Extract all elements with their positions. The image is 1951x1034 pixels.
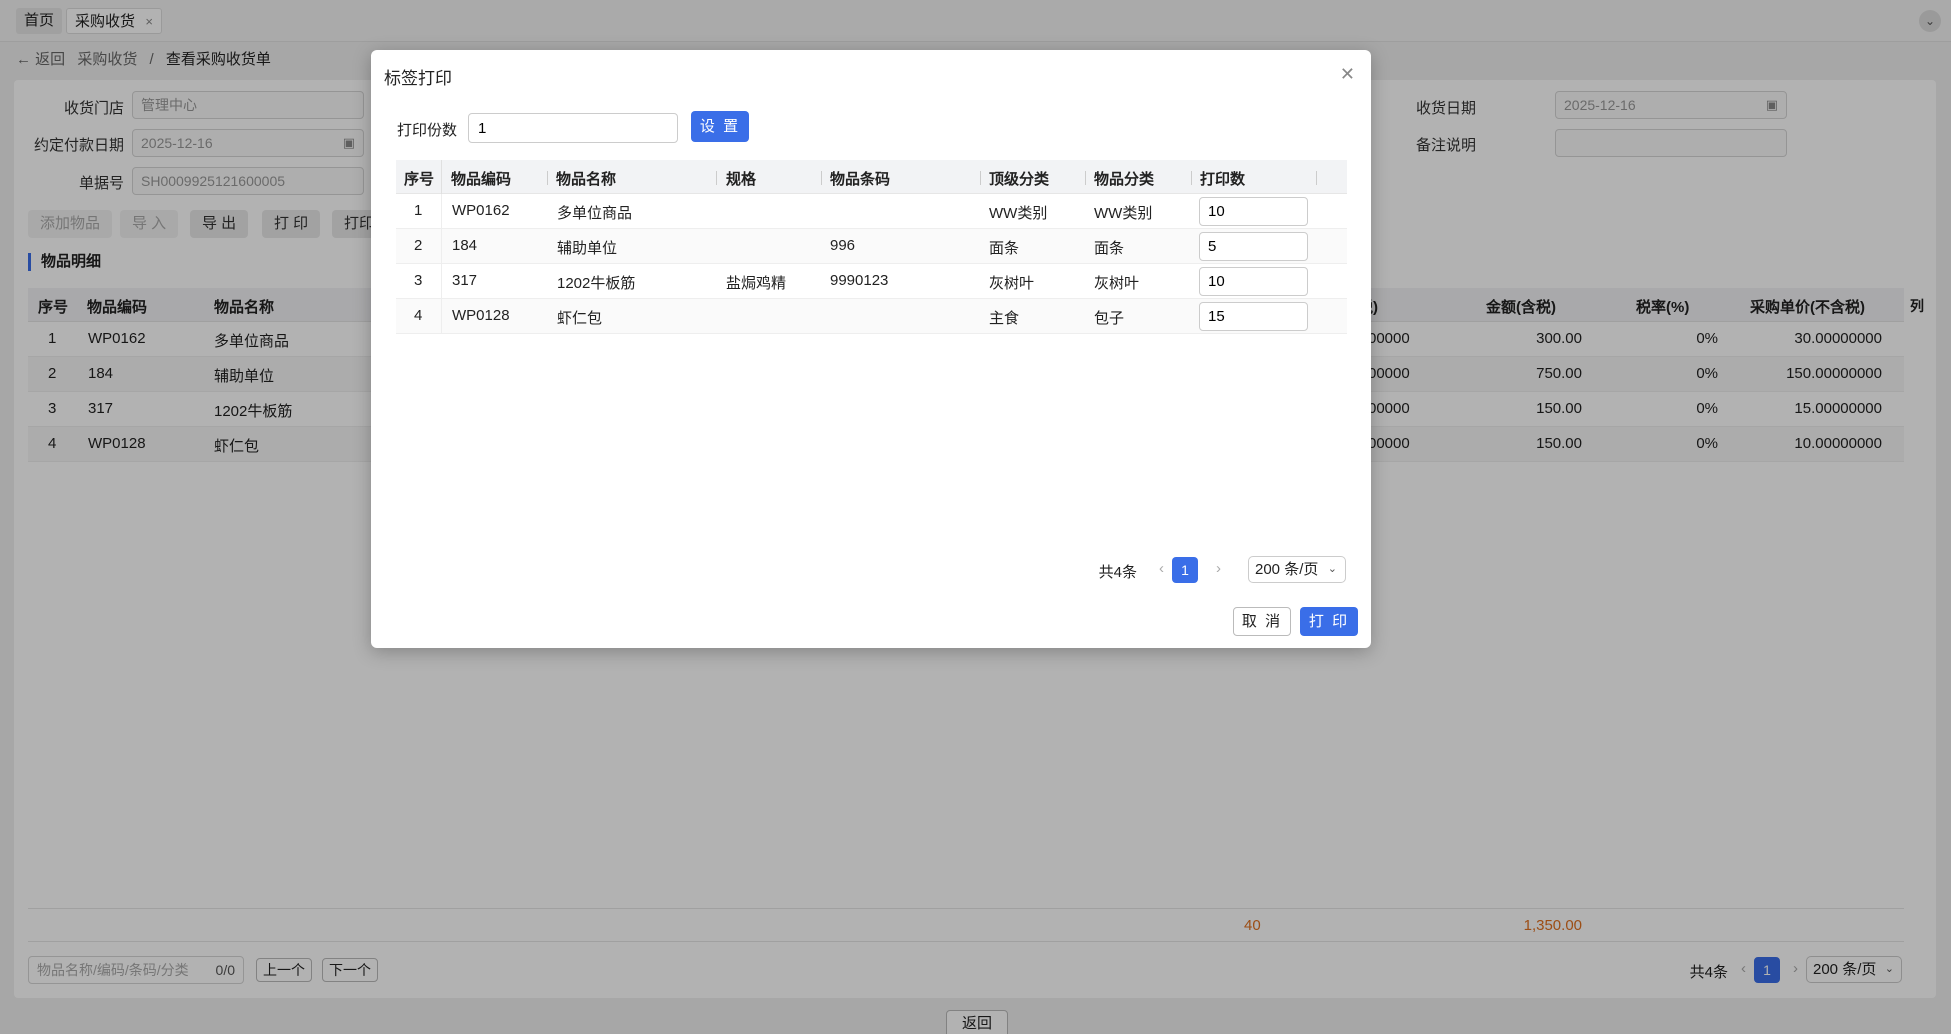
chevron-down-icon: ⌄ [1327,563,1337,575]
cell-code: 317 [452,272,478,289]
col-barcode: 物品条码 [830,171,891,188]
print-count-input[interactable] [1199,302,1308,331]
table-header: 序号 物品编码 物品名称 规格 物品条码 顶级分类 物品分类 打印数 [396,160,1347,194]
copies-label: 打印份数 [397,122,458,139]
column-divider[interactable] [980,171,981,185]
table-row: 4 WP0128 虾仁包 主食 包子 [396,299,1347,334]
col-name: 物品名称 [556,171,617,188]
col-spec: 规格 [726,171,757,188]
print-count-input[interactable] [1199,232,1308,261]
column-divider[interactable] [1085,171,1086,185]
set-button[interactable]: 设 置 [691,111,749,142]
cell-top-category: 面条 [989,240,1020,257]
cell-category: 面条 [1094,240,1125,257]
column-divider[interactable] [1191,171,1192,185]
column-divider [441,299,442,334]
label-print-dialog: 标签打印 ✕ 打印份数 设 置 序号 物品编码 物品名称 规格 物品条码 顶级分… [371,50,1371,648]
print-items-table: 序号 物品编码 物品名称 规格 物品条码 顶级分类 物品分类 打印数 1 WP0… [396,160,1347,334]
prev-page-icon[interactable]: ‹ [1159,560,1164,577]
cell-name: 1202牛板筋 [557,275,636,292]
dialog-title: 标签打印 [384,69,452,88]
column-divider[interactable] [547,171,548,185]
column-divider [441,194,442,229]
column-divider[interactable] [716,171,717,185]
column-divider[interactable] [1316,171,1317,185]
cancel-button[interactable]: 取 消 [1233,607,1291,636]
col-top-category: 顶级分类 [989,171,1050,188]
total-count: 共4条 [1098,564,1137,581]
page-size-select[interactable]: 200 条/页 ⌄ [1248,556,1346,583]
cell-barcode: 9990123 [830,272,889,289]
page-size-value: 200 条/页 [1255,561,1319,578]
cell-top-category: WW类别 [989,205,1048,222]
col-category: 物品分类 [1094,171,1155,188]
cell-barcode: 996 [830,237,856,254]
cell-category: 灰树叶 [1094,275,1140,292]
table-row: 3 317 1202牛板筋 盐焗鸡精 9990123 灰树叶 灰树叶 [396,264,1347,299]
copies-input[interactable] [468,113,678,143]
print-count-input[interactable] [1199,267,1308,296]
cell-seq: 1 [414,202,423,219]
column-divider [441,229,442,264]
cell-name: 虾仁包 [557,310,603,327]
cell-seq: 2 [414,237,423,254]
column-divider [441,160,442,194]
cell-category: 包子 [1094,310,1125,327]
column-divider[interactable] [821,171,822,185]
print-count-input[interactable] [1199,197,1308,226]
cell-category: WW类别 [1094,205,1153,222]
page-number[interactable]: 1 [1172,557,1198,583]
cell-code: WP0162 [452,202,510,219]
cell-name: 多单位商品 [557,205,633,222]
print-confirm-button[interactable]: 打 印 [1300,607,1358,636]
cell-seq: 3 [414,272,423,289]
cell-code: WP0128 [452,307,510,324]
col-print-count: 打印数 [1200,171,1246,188]
col-code: 物品编码 [451,171,512,188]
cell-spec: 盐焗鸡精 [726,275,787,292]
col-seq: 序号 [404,171,435,188]
cell-name: 辅助单位 [557,240,618,257]
table-row: 1 WP0162 多单位商品 WW类别 WW类别 [396,194,1347,229]
cell-top-category: 灰树叶 [989,275,1035,292]
close-icon[interactable]: ✕ [1340,64,1355,85]
column-divider [441,264,442,299]
cell-top-category: 主食 [989,310,1020,327]
cell-seq: 4 [414,307,423,324]
table-row: 2 184 辅助单位 996 面条 面条 [396,229,1347,264]
next-page-icon[interactable]: › [1216,560,1221,577]
cell-code: 184 [452,237,478,254]
